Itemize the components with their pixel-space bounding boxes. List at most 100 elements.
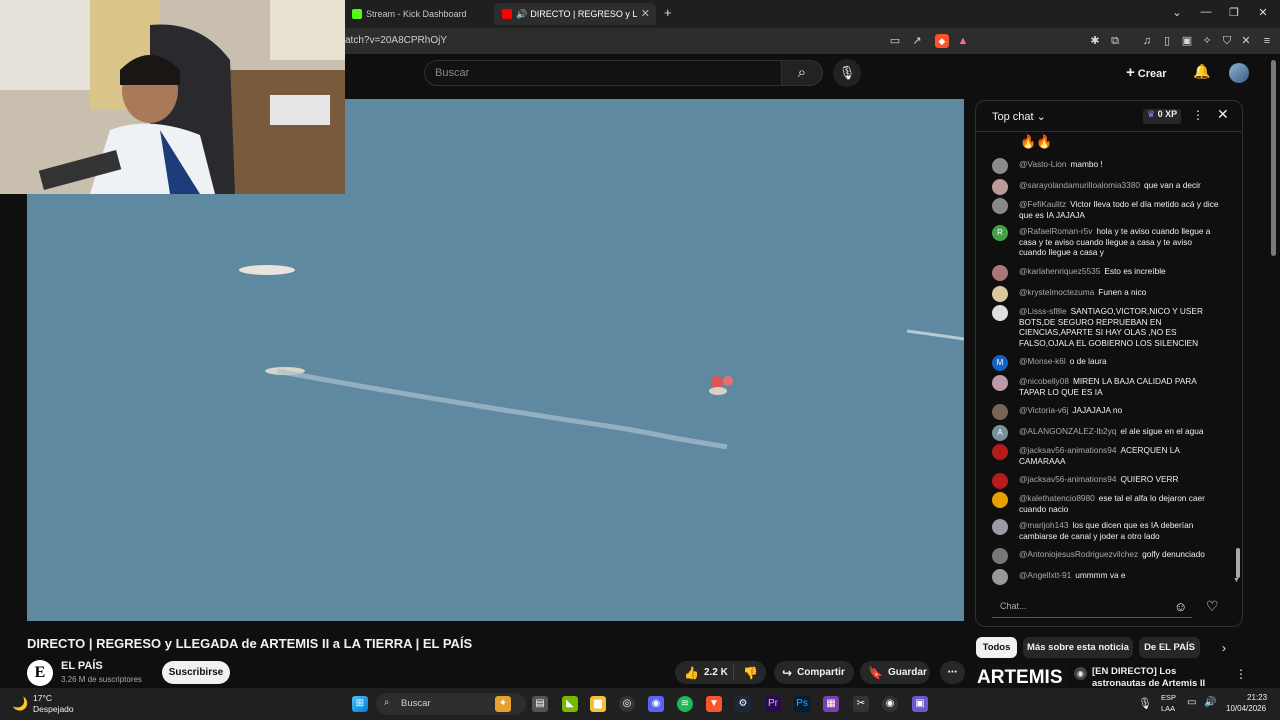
microphone-tray-icon[interactable]: 🎙 <box>1138 697 1152 710</box>
network-icon[interactable]: ▭ <box>1187 697 1196 708</box>
page-scrollbar[interactable] <box>1271 60 1276 256</box>
chat-author-name[interactable]: @ALANGONZALEZ-lb2yq <box>1019 426 1116 436</box>
subscribe-button[interactable]: Suscribirse <box>162 661 230 684</box>
chat-scrollbar[interactable] <box>1236 548 1240 578</box>
xp-badge[interactable]: ♛ 0 XP <box>1143 109 1182 124</box>
obs-alt-icon[interactable]: ◉ <box>882 696 898 712</box>
spotify-icon[interactable]: ≋ <box>677 696 693 712</box>
chip-todos[interactable]: Todos <box>976 637 1017 658</box>
chat-author-name[interactable]: @jacksav56-animations94 <box>1019 445 1116 455</box>
premiere-icon[interactable]: Pr <box>765 696 781 712</box>
leo-ai-icon[interactable]: ✧ <box>1200 34 1214 48</box>
chat-author-avatar[interactable] <box>992 179 1008 195</box>
chat-author-avatar[interactable] <box>992 305 1008 321</box>
chat-author-name[interactable]: @marijoh143 <box>1019 520 1068 530</box>
chat-author-avatar[interactable] <box>992 444 1008 460</box>
voice-search-button[interactable]: 🎙 <box>833 59 861 87</box>
chat-author-name[interactable]: @Lisss-sf8le <box>1019 306 1067 316</box>
close-window-icon[interactable]: ✕ <box>1256 6 1270 19</box>
nvidia-icon[interactable]: ◣ <box>562 696 578 712</box>
like-button[interactable]: 👍 2.2 K <box>675 665 734 680</box>
chat-author-avatar[interactable] <box>992 548 1008 564</box>
chevron-right-icon[interactable]: › <box>1222 641 1226 655</box>
tab-kick-dashboard[interactable]: Stream - Kick Dashboard <box>344 3 492 25</box>
wallet-icon[interactable]: ▣ <box>1180 34 1194 48</box>
dislike-button[interactable]: 👎 <box>734 666 758 680</box>
create-button[interactable]: + Crear <box>1126 64 1167 81</box>
share-button[interactable]: ↪ Compartir <box>774 661 854 684</box>
chat-author-avatar[interactable] <box>992 404 1008 420</box>
maximize-icon[interactable]: ❐ <box>1227 6 1241 19</box>
steam-icon[interactable]: ⚙ <box>735 696 751 712</box>
minimize-icon[interactable]: — <box>1199 6 1213 18</box>
weather-moon-icon[interactable]: 🌙 <box>12 696 28 712</box>
chat-author-name[interactable]: @krystelmoctezuma <box>1019 287 1094 297</box>
capcut-icon[interactable]: ✂ <box>853 696 869 712</box>
volume-icon[interactable]: 🔊 <box>1204 697 1216 708</box>
chat-author-avatar[interactable] <box>992 286 1008 302</box>
close-tab-icon[interactable]: ✕ <box>641 7 650 20</box>
discord-icon[interactable]: ◉ <box>648 696 664 712</box>
photoshop-icon[interactable]: Ps <box>794 696 810 712</box>
extension-icon[interactable]: ✱ <box>1088 34 1102 48</box>
media-icon[interactable]: ♫ <box>1140 34 1154 48</box>
chat-options-icon[interactable]: ⋮ <box>1192 108 1204 122</box>
brave-rewards-icon[interactable]: ▲ <box>956 34 970 48</box>
new-tab-icon[interactable]: + <box>664 5 672 20</box>
brave-shields-icon[interactable]: ◆ <box>935 34 949 48</box>
file-explorer-icon[interactable]: ▆ <box>590 696 606 712</box>
chat-author-name[interactable]: @jacksav56-animations94 <box>1019 474 1116 484</box>
cast-icon[interactable]: ▭ <box>888 34 902 48</box>
tools-icon[interactable]: ✕ <box>1239 34 1253 48</box>
brave-browser-icon[interactable]: ▼ <box>706 696 722 712</box>
chat-author-avatar[interactable] <box>992 158 1008 174</box>
search-button[interactable]: ⌕ <box>781 60 823 86</box>
screenshot-icon[interactable]: ⧉ <box>1108 34 1122 48</box>
emoji-picker-icon[interactable]: ☺ <box>1174 599 1187 614</box>
scroll-down-arrow-icon[interactable]: ▼ <box>1233 577 1240 584</box>
chat-author-name[interactable]: @karlahenriquez5535 <box>1019 266 1100 276</box>
more-actions-button[interactable]: ⋯ <box>940 661 965 684</box>
rec-more-icon[interactable]: ⋮ <box>1235 667 1247 681</box>
chat-author-name[interactable]: @sarayolandamurilloalomia3380 <box>1019 180 1140 190</box>
chat-author-name[interactable]: @Victoria-v6j <box>1019 405 1068 415</box>
chat-author-name[interactable]: @Vasto-Lion <box>1019 159 1066 169</box>
task-view-icon[interactable]: ▤ <box>532 696 548 712</box>
chat-author-avatar[interactable] <box>992 569 1008 585</box>
close-chat-icon[interactable]: ✕ <box>1217 106 1229 123</box>
weather-temperature[interactable]: 17°C <box>33 693 52 703</box>
tab-youtube-directo[interactable]: 🔊 DIRECTO | REGRESO y LLEGAD ✕ <box>494 3 656 25</box>
search-input[interactable]: Buscar <box>424 60 782 86</box>
vpn-icon[interactable]: ⛉ <box>1220 34 1234 48</box>
sidebar-icon[interactable]: ▯ <box>1160 34 1174 48</box>
taskbar-time[interactable]: 21:23 <box>1247 693 1267 702</box>
chat-author-name[interactable]: @nicobelly08 <box>1019 376 1069 386</box>
save-button[interactable]: 🔖 Guardar <box>860 661 930 684</box>
channel-avatar[interactable]: E <box>27 660 53 686</box>
chat-author-name[interactable]: @Angellxtt-91 <box>1019 570 1071 580</box>
start-windows-icon[interactable]: ⊞ <box>352 696 368 712</box>
heart-reaction-icon[interactable]: ♡ <box>1206 598 1219 615</box>
streaming-app-icon[interactable]: ▣ <box>912 696 928 712</box>
input-language[interactable]: ESP <box>1161 693 1176 702</box>
chip-mas-noticia[interactable]: Más sobre esta noticia <box>1023 637 1133 658</box>
chat-author-name[interactable]: @kalethatencio8980 <box>1019 493 1095 503</box>
input-layout[interactable]: LAA <box>1161 704 1175 713</box>
chat-author-name[interactable]: @AntoniojesusRodriguezvilchez <box>1019 549 1138 559</box>
chat-author-avatar[interactable] <box>992 473 1008 489</box>
chat-author-name[interactable]: @FefiKaulitz <box>1019 199 1066 209</box>
user-avatar[interactable] <box>1229 63 1249 83</box>
obs-icon[interactable]: ◎ <box>619 696 635 712</box>
channel-name[interactable]: EL PAÍS <box>61 660 103 672</box>
chat-author-avatar[interactable] <box>992 198 1008 214</box>
chat-author-avatar[interactable] <box>992 265 1008 281</box>
share-page-icon[interactable]: ↗ <box>910 34 924 48</box>
chat-author-name[interactable]: @RafaelRoman-r5v <box>1019 226 1092 236</box>
chat-author-name[interactable]: @Monse-k6l <box>1019 356 1066 366</box>
chat-author-avatar[interactable] <box>992 492 1008 508</box>
url-field[interactable]: atch?v=20A8CPRhOjY <box>345 35 447 46</box>
search-highlight-icon[interactable]: ✦ <box>495 696 511 712</box>
menu-icon[interactable]: ≡ <box>1260 34 1274 48</box>
chip-de-el-pais[interactable]: De EL PAÍS <box>1139 637 1200 658</box>
notifications-bell-icon[interactable]: 🔔 <box>1193 63 1210 80</box>
